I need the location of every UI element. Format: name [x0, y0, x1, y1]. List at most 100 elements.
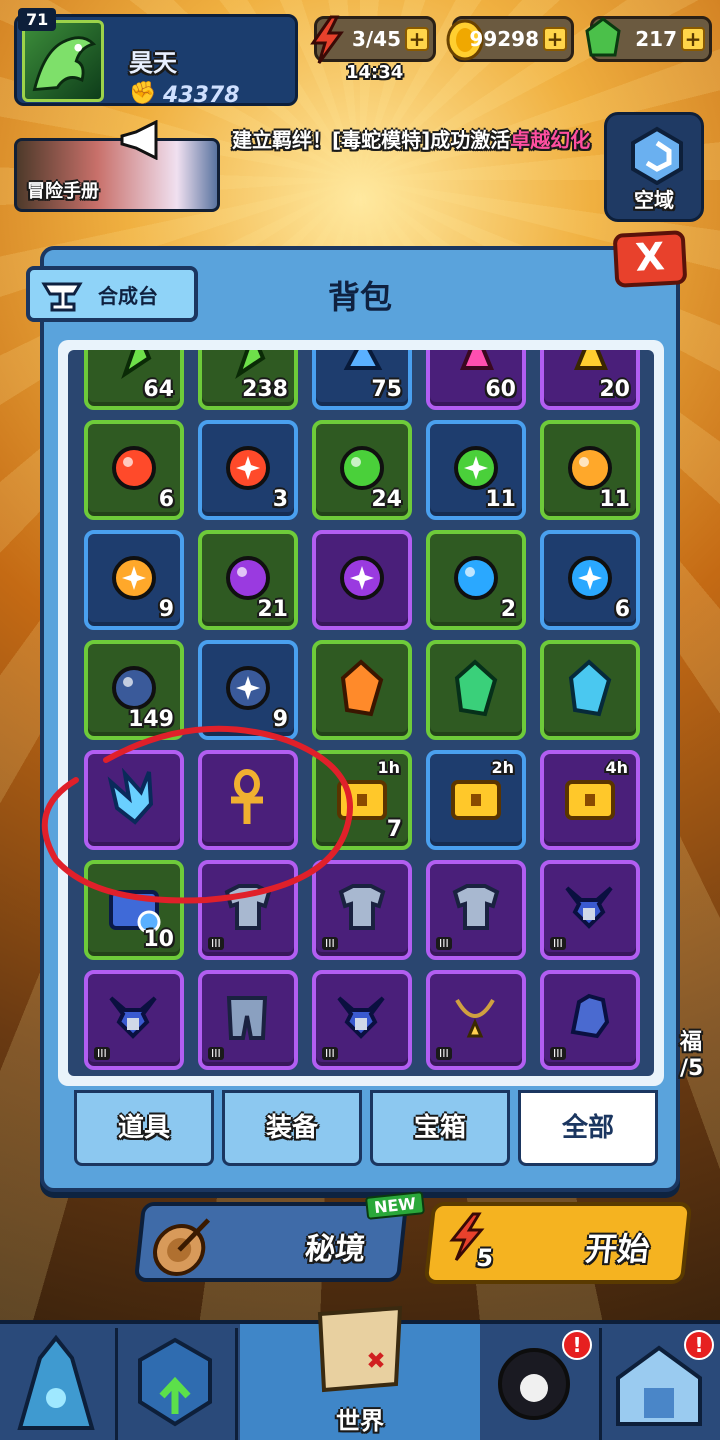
inventory-slot[interactable]: 75 [312, 350, 412, 410]
inventory-slot[interactable]: 3 [198, 420, 298, 520]
item-count: 11 [599, 487, 630, 512]
inventory-slot[interactable]: 24 [312, 420, 412, 520]
inventory-slot[interactable]: 2h [426, 750, 526, 850]
nav-character[interactable]: ! [484, 1328, 602, 1440]
close-button[interactable]: X [612, 230, 688, 288]
announcement-highlight: 卓越幻化 [510, 128, 591, 152]
add-gold-button[interactable]: + [543, 27, 567, 51]
item-grid-viewport[interactable]: 64 238 75 60 20 6 3 24 11 11 9 21 2 6 149 9 7 1h 2h 4h 10 III… [68, 350, 654, 1076]
side-blessing-label: 福 [680, 1030, 703, 1055]
inventory-slot[interactable]: 11 [426, 420, 526, 520]
orb-purple-star-icon [334, 550, 390, 610]
void-hex-icon [631, 126, 683, 185]
helmet-icon [333, 988, 391, 1052]
item-count: 11 [485, 487, 516, 512]
player-power: 43378 [163, 83, 240, 108]
crafting-label: 合成台 [98, 284, 158, 308]
tier-badge: III [550, 1047, 566, 1060]
upgrade-hex-icon [138, 1337, 212, 1427]
inventory-slot[interactable]: 20 [540, 350, 640, 410]
power-fist-icon: ✊ [129, 81, 157, 106]
anvil-icon [41, 282, 83, 312]
inventory-slot[interactable]: 64 [84, 350, 184, 410]
nav-shop[interactable]: ! [604, 1328, 720, 1440]
orb-red-star-icon [220, 440, 276, 500]
orb-navy-star-icon [220, 660, 276, 720]
nav-world[interactable]: 世界 [240, 1305, 480, 1440]
inventory-slot[interactable]: III [84, 970, 184, 1070]
world-label: 世界 [336, 1407, 384, 1435]
inventory-slot[interactable] [540, 640, 640, 740]
item-count: 3 [272, 487, 288, 512]
item-count: 75 [371, 377, 402, 402]
green-gem-icon [585, 17, 621, 57]
inventory-slot[interactable] [426, 640, 526, 740]
secret-realm-label: 秘境 [303, 1232, 368, 1267]
tier-badge: III [322, 1047, 338, 1060]
character-alert-badge: ! [562, 1330, 592, 1360]
tier-badge: III [94, 1047, 110, 1060]
item-count: 238 [242, 377, 288, 402]
chest-timer: 2h [491, 758, 514, 777]
tab-all[interactable]: 全部 [518, 1090, 658, 1166]
orb-blue-icon [448, 550, 504, 610]
inventory-slot[interactable]: 6 [84, 420, 184, 520]
item-grid: 64 238 75 60 20 6 3 24 11 11 9 21 2 6 149 9 7 1h 2h 4h 10 III… [84, 350, 644, 1070]
inventory-slot[interactable]: 238 [198, 350, 298, 410]
player-avatar[interactable] [22, 20, 104, 102]
item-count: 10 [143, 927, 174, 952]
adventure-label: 冒险手册 [27, 181, 99, 202]
necklace-icon [447, 988, 505, 1052]
helmet-icon [561, 878, 619, 942]
inventory-slot[interactable]: III [312, 970, 412, 1070]
inventory-slot[interactable]: 21 [198, 530, 298, 630]
player-name: 昊天 [129, 49, 177, 77]
inventory-slot[interactable]: 60 [426, 350, 526, 410]
crystal-orange-icon [333, 658, 391, 722]
inventory-slot[interactable]: III [426, 860, 526, 960]
void-zone-button[interactable]: 空域 [604, 112, 704, 222]
chest-timer: 4h [605, 758, 628, 777]
inventory-slot[interactable]: 11 [540, 420, 640, 520]
crystal-cyan-icon [561, 658, 619, 722]
adventure-handbook-button[interactable]: 冒险手册 [14, 138, 220, 212]
world-map-icon [317, 1305, 403, 1393]
tier-badge: III [436, 1047, 452, 1060]
inventory-slot[interactable]: III [198, 970, 298, 1070]
chest-gold-icon [447, 768, 505, 832]
inventory-slot[interactable]: III [540, 970, 640, 1070]
add-energy-button[interactable]: + [405, 27, 429, 51]
item-count: 24 [371, 487, 402, 512]
chest-timer: 1h [377, 758, 400, 777]
item-count: 20 [599, 377, 630, 402]
crafting-table-button[interactable]: 合成台 [26, 266, 198, 322]
inventory-slot[interactable]: III [426, 970, 526, 1070]
shop-alert-badge: ! [684, 1330, 714, 1360]
energy-timer: 14:34 [346, 62, 404, 83]
player-level: 71 [18, 8, 57, 31]
inventory-slot[interactable]: 9 [84, 530, 184, 630]
gold-counter: 99298 + [446, 16, 574, 62]
nav-heroes[interactable] [0, 1328, 118, 1440]
tier-badge: III [322, 937, 338, 950]
start-button[interactable]: 5 开始 [423, 1202, 693, 1284]
nav-upgrade[interactable] [120, 1328, 238, 1440]
tab-items[interactable]: 道具 [74, 1090, 214, 1166]
inventory-tabs: 道具 装备 宝箱 全部 [74, 1090, 658, 1170]
inventory-panel: 背包 合成台 X 64 238 75 60 20 6 3 24 11 11 9 21 2 6 149 9 7 1h… [26, 230, 688, 1192]
inventory-slot[interactable]: III [540, 860, 640, 960]
announcement-text: 建立羁绊！[毒蛇模特]成功激活卓越幻化 [232, 124, 590, 153]
item-count: 60 [485, 377, 516, 402]
orb-orange-star-icon [106, 550, 162, 610]
inventory-slot[interactable]: 4h [540, 750, 640, 850]
inventory-slot[interactable]: 6 [540, 530, 640, 630]
add-gem-button[interactable]: + [681, 27, 705, 51]
orb-red-icon [106, 440, 162, 500]
tab-chests[interactable]: 宝箱 [370, 1090, 510, 1166]
void-label: 空域 [634, 188, 674, 212]
item-count: 6 [614, 597, 630, 622]
tier-badge: III [208, 937, 224, 950]
tab-equipment[interactable]: 装备 [222, 1090, 362, 1166]
inventory-slot[interactable] [312, 530, 412, 630]
inventory-slot[interactable]: 2 [426, 530, 526, 630]
